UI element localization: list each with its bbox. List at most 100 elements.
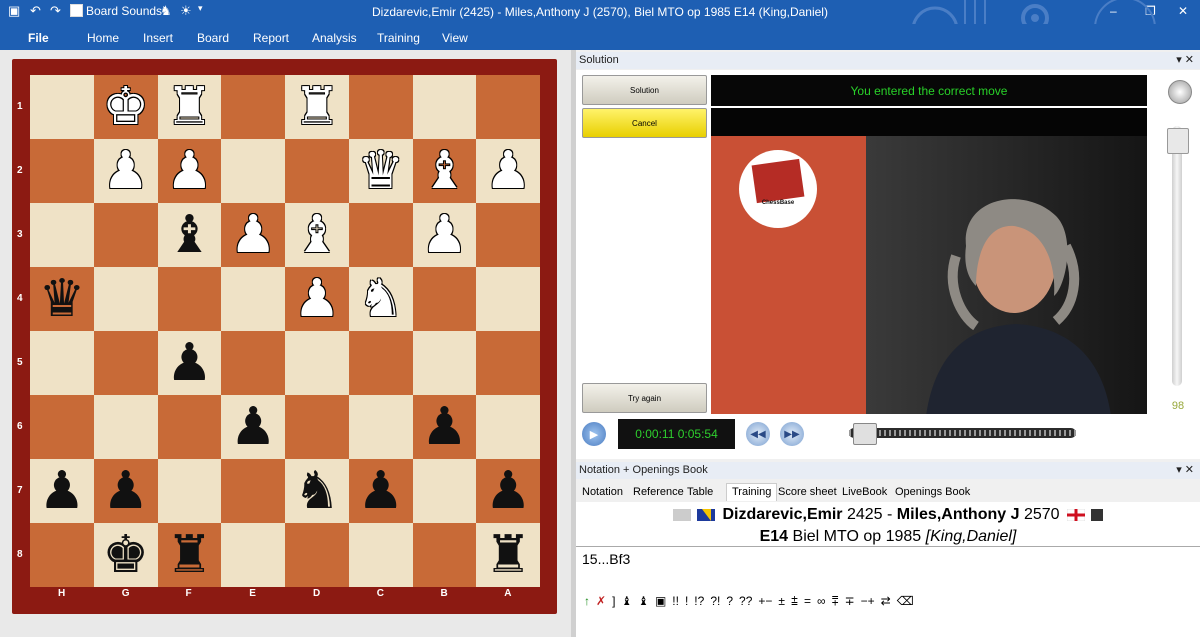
square-h5[interactable] (30, 331, 94, 395)
square-c2[interactable]: ♛ (348, 139, 413, 203)
square-h2[interactable] (30, 139, 94, 203)
volume-slider-thumb[interactable] (1167, 128, 1189, 154)
square-c1[interactable] (348, 75, 413, 139)
white-rook-piece[interactable]: ♜ (285, 75, 349, 139)
white-rook-piece[interactable]: ♜ (158, 75, 222, 139)
square-e2[interactable] (221, 139, 285, 203)
square-e4[interactable] (221, 267, 285, 331)
square-g6[interactable] (93, 395, 158, 459)
annotation-symbol-button[interactable]: ∞ (817, 594, 826, 608)
square-c3[interactable] (348, 203, 413, 267)
black-pawn-piece[interactable]: ♟ (158, 331, 222, 395)
square-g2[interactable]: ♟ (93, 139, 158, 203)
annotation-symbol-button[interactable]: ✗ (596, 594, 606, 608)
square-d1[interactable]: ♜ (285, 75, 349, 139)
tab-openings-book[interactable]: Openings Book (895, 486, 970, 498)
square-g7[interactable]: ♟ (93, 459, 158, 523)
square-g5[interactable] (93, 331, 158, 395)
volume-knob[interactable] (1168, 80, 1192, 104)
square-h7[interactable]: ♟ (30, 459, 94, 523)
video-seek-bar[interactable] (849, 428, 1076, 438)
video-player[interactable]: ChessBase (711, 136, 1147, 414)
solution-button[interactable]: Solution (582, 75, 707, 105)
annotation-symbol-button[interactable]: ↑ (584, 594, 590, 608)
chessboard[interactable]: ♚ ♜ ♜ ♟ ♟ ♛ ♝ ♟ ♝ ♟ ♝ ♟ ♛ ♟ ♞ ♟ ♟ ♟ ♟ ♟ ♞ ♟ ♟ ♚ ♜ ♜ (30, 75, 540, 587)
annotation-symbol-button[interactable]: !! (672, 594, 679, 608)
menu-training[interactable]: Training (377, 31, 420, 45)
square-b6[interactable]: ♟ (412, 395, 477, 459)
square-e3[interactable]: ♟ (221, 203, 285, 267)
square-d8[interactable] (285, 523, 349, 587)
annotation-symbol-button[interactable]: +− (758, 594, 772, 608)
square-e8[interactable] (221, 523, 285, 587)
tab-livebook[interactable]: LiveBook (842, 486, 887, 498)
square-g1[interactable]: ♚ (93, 75, 158, 139)
volume-slider[interactable] (1172, 126, 1182, 386)
tab-score-sheet[interactable]: Score sheet (778, 486, 837, 498)
annotation-symbol-button[interactable]: !? (694, 594, 704, 608)
black-pawn-piece[interactable]: ♟ (221, 395, 285, 459)
square-h8[interactable] (30, 523, 94, 587)
white-player[interactable]: Dizdarevic,Emir (722, 506, 842, 523)
annotation-symbol-button[interactable]: ± (778, 594, 785, 608)
annotation-symbol-button[interactable]: ♝ (621, 594, 632, 608)
square-h1[interactable] (30, 75, 94, 139)
tab-training[interactable]: Training (726, 483, 778, 501)
black-rook-piece[interactable]: ♜ (158, 523, 222, 587)
menu-insert[interactable]: Insert (143, 31, 173, 45)
white-queen-piece[interactable]: ♛ (349, 139, 413, 203)
black-pawn-piece[interactable]: ♟ (349, 459, 413, 523)
black-queen-piece[interactable]: ♛ (30, 267, 94, 331)
white-bishop-piece[interactable]: ♝ (413, 139, 477, 203)
annotation-symbol-button[interactable]: ?! (710, 594, 720, 608)
black-player[interactable]: Miles,Anthony J (897, 506, 1020, 523)
black-rook-piece[interactable]: ♜ (476, 523, 540, 587)
square-g4[interactable] (93, 267, 158, 331)
square-c7[interactable]: ♟ (348, 459, 413, 523)
play-button[interactable]: ▶ (582, 422, 606, 446)
annotation-symbol-button[interactable]: −+ (861, 594, 875, 608)
square-c5[interactable] (348, 331, 413, 395)
white-pawn-piece[interactable]: ♟ (476, 139, 540, 203)
black-pawn-piece[interactable]: ♟ (94, 459, 158, 523)
square-b8[interactable] (412, 523, 477, 587)
cancel-button[interactable]: Cancel (582, 108, 707, 138)
square-h4[interactable]: ♛ (30, 267, 94, 331)
square-e5[interactable] (221, 331, 285, 395)
square-c6[interactable] (348, 395, 413, 459)
square-e1[interactable] (221, 75, 285, 139)
square-h6[interactable] (30, 395, 94, 459)
try-again-button[interactable]: Try again (582, 383, 707, 413)
white-king-piece[interactable]: ♚ (94, 75, 158, 139)
square-f8[interactable]: ♜ (157, 523, 222, 587)
square-b5[interactable] (412, 331, 477, 395)
square-b1[interactable] (412, 75, 477, 139)
square-b7[interactable] (412, 459, 477, 523)
square-a8[interactable]: ♜ (476, 523, 540, 587)
black-pawn-piece[interactable]: ♟ (30, 459, 94, 523)
square-e7[interactable] (221, 459, 285, 523)
black-knight-piece[interactable]: ♞ (285, 459, 349, 523)
square-a6[interactable] (476, 395, 540, 459)
annotation-symbol-button[interactable]: ▣ (655, 594, 666, 608)
square-b2[interactable]: ♝ (412, 139, 477, 203)
square-d3[interactable]: ♝ (285, 203, 349, 267)
square-a2[interactable]: ♟ (476, 139, 540, 203)
black-bishop-piece[interactable]: ♝ (158, 203, 222, 267)
tab-table[interactable]: Table (687, 486, 713, 498)
square-c8[interactable] (348, 523, 413, 587)
rewind-button[interactable]: ◀◀ (746, 422, 770, 446)
square-f2[interactable]: ♟ (157, 139, 222, 203)
square-a1[interactable] (476, 75, 540, 139)
black-king-piece[interactable]: ♚ (94, 523, 158, 587)
white-pawn-piece[interactable]: ♟ (94, 139, 158, 203)
black-pawn-piece[interactable]: ♟ (413, 395, 477, 459)
square-f4[interactable] (157, 267, 222, 331)
square-b4[interactable] (412, 267, 477, 331)
tab-reference[interactable]: Reference (633, 486, 684, 498)
close-button[interactable]: ✕ (1178, 4, 1188, 18)
square-c4[interactable]: ♞ (348, 267, 413, 331)
annotation-symbol-button[interactable]: ? (726, 594, 733, 608)
square-e6[interactable]: ♟ (221, 395, 285, 459)
square-f6[interactable] (157, 395, 222, 459)
